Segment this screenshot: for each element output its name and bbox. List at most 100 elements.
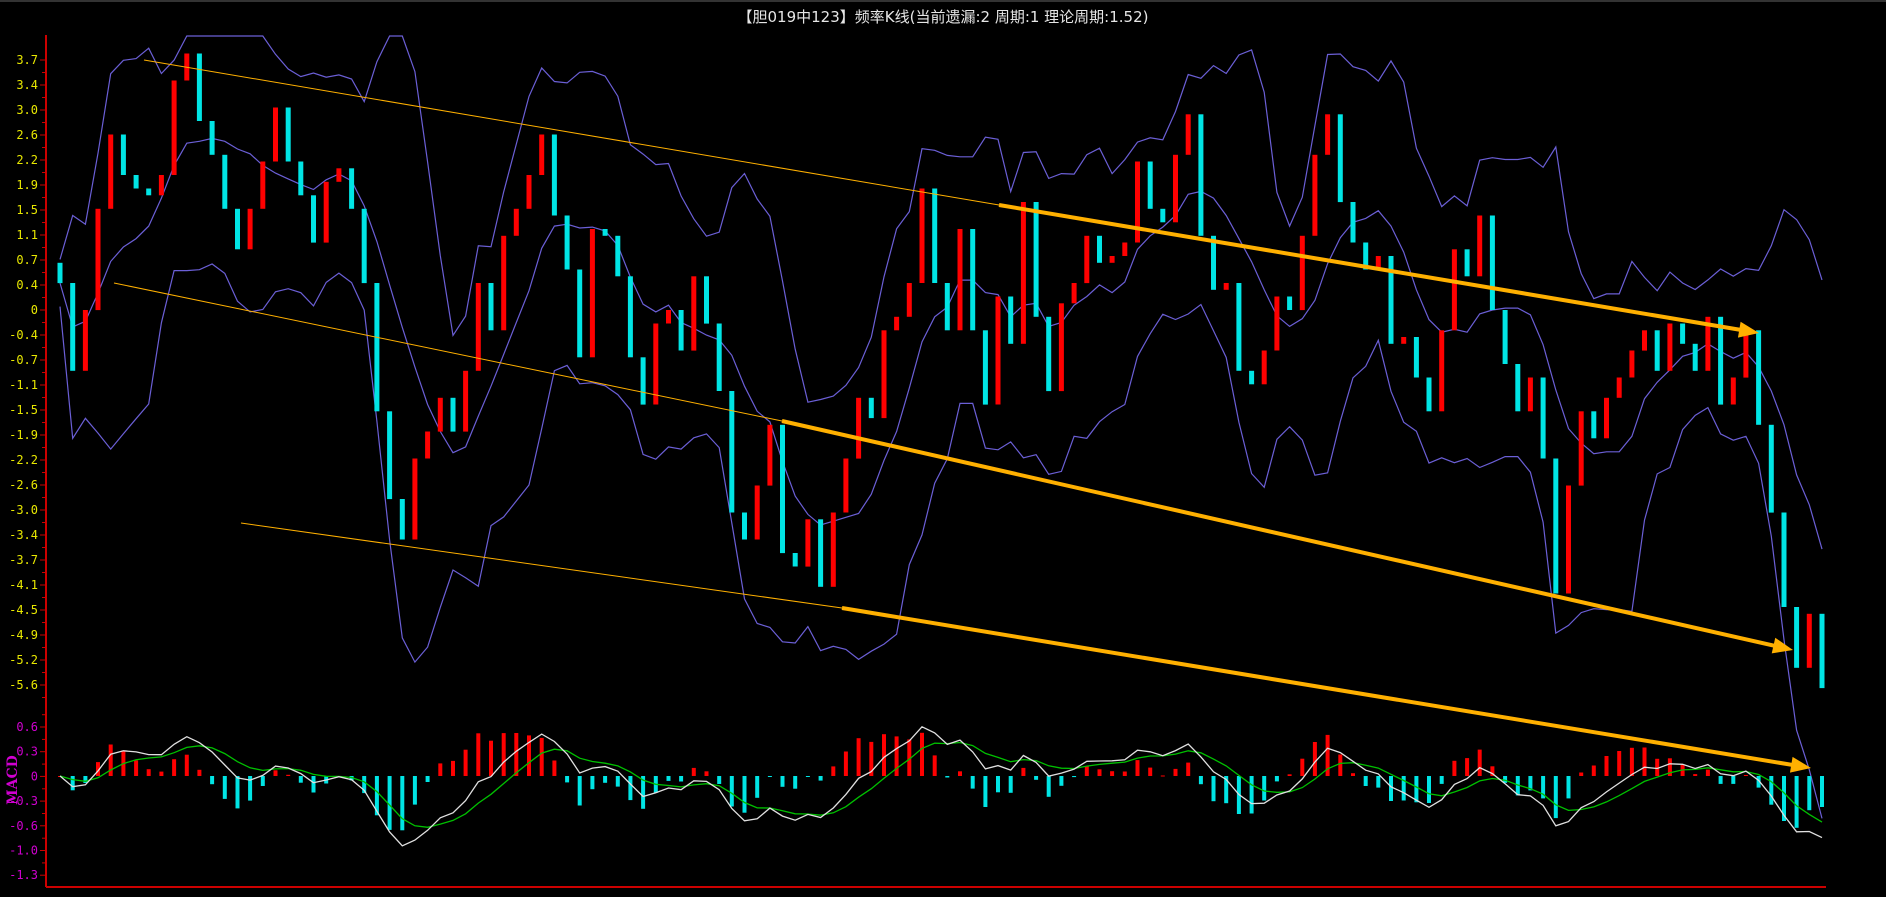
macd-histogram-bar: [1110, 771, 1115, 776]
candle-up: [539, 134, 545, 175]
candle-up: [805, 519, 811, 567]
candle-up: [501, 235, 507, 331]
candle-up: [1451, 249, 1457, 331]
candle-down: [792, 553, 798, 567]
candle-up: [957, 229, 963, 331]
candle-down: [1654, 330, 1660, 371]
chart-canvas[interactable]: 3.7 3.4 3.0 2.6 2.2 1.9 1.5 1.1 0.7 0.4 0 -0.4 -0.7 -…: [0, 0, 1886, 897]
macd-histogram-bar: [273, 770, 278, 776]
candle-up: [1477, 215, 1483, 277]
candle-down: [209, 121, 215, 155]
candle-up: [881, 330, 887, 419]
candle-down: [1540, 377, 1546, 459]
candle-up: [158, 175, 164, 196]
candle-down: [602, 229, 608, 236]
candle-up: [1642, 330, 1647, 351]
macd-histogram-bar: [260, 776, 265, 786]
macd-panel: [58, 726, 1824, 847]
candle-up: [1185, 114, 1191, 155]
macd-histogram-bar: [1351, 773, 1355, 776]
candle-down: [1008, 296, 1014, 344]
candle-up: [1527, 377, 1533, 412]
trend-line: [841, 606, 1798, 768]
candle-down: [1718, 316, 1724, 405]
macd-histogram-bar: [1262, 776, 1267, 801]
trend-line-thin: [240, 522, 843, 609]
macd-histogram-bar: [1731, 776, 1736, 784]
candle-up: [856, 397, 862, 459]
macd-histogram-bar: [1566, 776, 1571, 799]
candle-down: [196, 53, 202, 121]
macd-histogram-bar: [1084, 766, 1089, 776]
candle-down: [1781, 512, 1787, 607]
price-tick-label: -0.4: [9, 328, 38, 342]
candle-down: [1350, 202, 1356, 243]
candle-down: [640, 357, 646, 405]
trend-line-thin: [143, 59, 1000, 206]
candle-up: [260, 161, 266, 209]
macd-histogram-bar: [1186, 762, 1191, 776]
macd-tick-label: -1.3: [9, 868, 38, 882]
candle-down: [1819, 613, 1825, 689]
candle-up: [95, 208, 101, 311]
macd-histogram-bar: [856, 738, 861, 776]
candle-up: [830, 512, 836, 587]
price-tick-label: -1.5: [9, 403, 38, 417]
price-tick-label: 0.4: [16, 278, 38, 292]
candle-down: [1515, 364, 1521, 412]
macd-histogram-bar: [1135, 760, 1140, 776]
candle-down: [1464, 249, 1470, 277]
candle-down: [1211, 235, 1216, 290]
candle-up: [412, 458, 418, 540]
candle-up: [589, 229, 595, 358]
candle-up: [1730, 377, 1736, 405]
macd-histogram-bar: [1705, 769, 1710, 776]
macd-histogram-bar: [1718, 776, 1723, 784]
trend-line: [998, 203, 1746, 333]
price-tick-label: -5.6: [9, 678, 38, 692]
macd-histogram-bar: [146, 769, 151, 776]
macd-histogram-bar: [311, 776, 316, 793]
candle-down: [564, 215, 570, 270]
candle-down: [577, 269, 583, 358]
macd-tick-label: -0.6: [9, 819, 38, 833]
candle-up: [1020, 202, 1026, 344]
candle-down: [868, 397, 874, 419]
candle-down: [1287, 296, 1293, 310]
candle-up: [754, 485, 760, 540]
macd-histogram-bar: [1148, 767, 1153, 776]
price-tick-label: 0: [31, 303, 38, 317]
macd-histogram-bar: [818, 776, 823, 781]
candle-down: [222, 154, 228, 209]
candle-down: [1160, 208, 1166, 223]
trend-line: [781, 419, 1780, 649]
macd-histogram-bar: [882, 734, 886, 776]
candle-up: [1629, 350, 1635, 378]
candle-up: [1566, 485, 1571, 594]
candle-down: [780, 424, 785, 554]
price-tick-label: -3.4: [9, 528, 38, 542]
macd-histogram-bar: [805, 776, 810, 777]
candle-down: [970, 229, 976, 331]
macd-histogram-bar: [463, 749, 468, 776]
macd-histogram-bar: [577, 776, 582, 806]
candle-down: [742, 512, 747, 540]
candle-up: [1261, 350, 1267, 385]
macd-histogram-bar: [603, 776, 608, 783]
macd-histogram-bar: [134, 760, 139, 776]
candle-down: [1046, 316, 1052, 392]
candle-up: [1325, 114, 1331, 155]
arrow-head-icon: [1737, 321, 1759, 338]
macd-histogram-bar: [1604, 756, 1609, 776]
candle-down: [1553, 458, 1559, 594]
macd-histogram-bar: [945, 776, 950, 778]
macd-histogram-bar: [1807, 776, 1812, 811]
macd-histogram-bar: [1363, 776, 1368, 786]
macd-histogram-bar: [476, 733, 481, 776]
candle-down: [627, 276, 633, 358]
macd-tick-label: 0.6: [16, 720, 38, 734]
candle-up: [108, 134, 114, 209]
macd-histogram-bar: [1553, 776, 1558, 819]
macd-histogram-bar: [590, 776, 595, 790]
candle-down: [1426, 377, 1432, 412]
